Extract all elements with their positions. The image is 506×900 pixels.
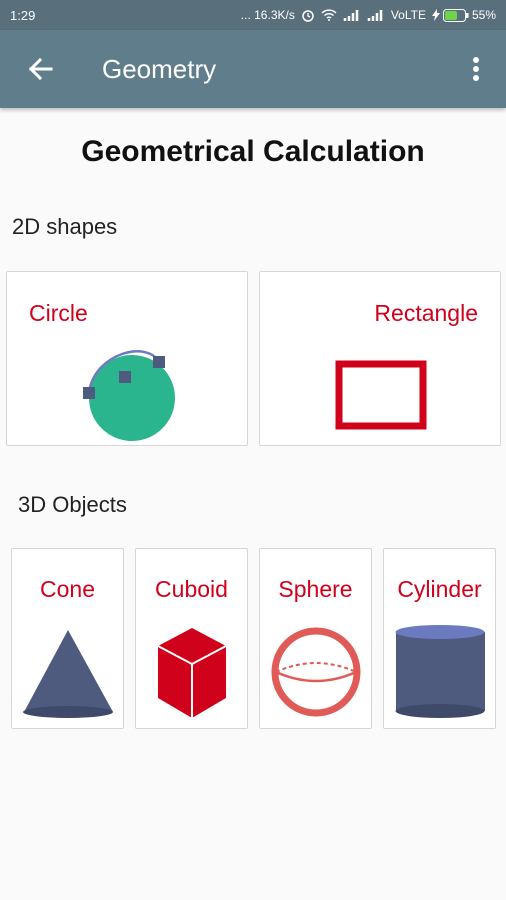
- shape-card-rectangle[interactable]: Rectangle: [259, 271, 501, 446]
- object-card-cone[interactable]: Cone: [11, 548, 124, 729]
- object-card-cuboid[interactable]: Cuboid: [135, 548, 248, 729]
- battery-percent: 55%: [471, 8, 496, 22]
- wifi-icon: [321, 9, 337, 21]
- shape-card-label: Rectangle: [374, 300, 478, 326]
- object-card-label: Cuboid: [155, 576, 228, 602]
- app-bar: Geometry: [0, 30, 506, 108]
- sphere-icon: [271, 627, 361, 717]
- circle-icon: [83, 350, 175, 441]
- app-title: Geometry: [102, 53, 217, 84]
- object-card-label: Sphere: [278, 576, 353, 602]
- shape-card-circle[interactable]: Circle: [6, 271, 248, 446]
- object-card-cylinder[interactable]: Cylinder: [383, 548, 496, 729]
- network-type: VoLTE: [390, 8, 426, 22]
- shape-card-label: Circle: [29, 300, 88, 326]
- cuboid-icon: [157, 628, 227, 718]
- object-card-label: Cylinder: [397, 576, 482, 602]
- more-vert-icon: [473, 57, 479, 81]
- network-speed: ... 16.3K/s: [240, 8, 295, 22]
- page-title: Geometrical Calculation: [81, 135, 425, 168]
- cylinder-icon: [395, 625, 485, 718]
- alarm-icon: [301, 8, 315, 22]
- object-card-sphere[interactable]: Sphere: [259, 548, 372, 729]
- status-time: 1:29: [10, 7, 36, 23]
- section-label-2d: 2D shapes: [12, 214, 118, 239]
- battery-indicator: 55%: [431, 8, 496, 22]
- signal-icon-2: [367, 9, 385, 21]
- back-button[interactable]: [0, 30, 80, 108]
- charging-icon: [431, 9, 440, 21]
- overflow-menu-button[interactable]: [446, 30, 506, 108]
- section-label-3d: 3D Objects: [18, 492, 127, 517]
- cone-icon: [23, 630, 113, 718]
- signal-icon: [343, 9, 361, 21]
- battery-icon: [442, 8, 469, 22]
- rectangle-icon: [335, 360, 427, 430]
- arrow-left-icon: [28, 57, 53, 81]
- object-card-label: Cone: [40, 576, 95, 602]
- status-bar: 1:29 ... 16.3K/s VoLTE 55%: [0, 0, 506, 30]
